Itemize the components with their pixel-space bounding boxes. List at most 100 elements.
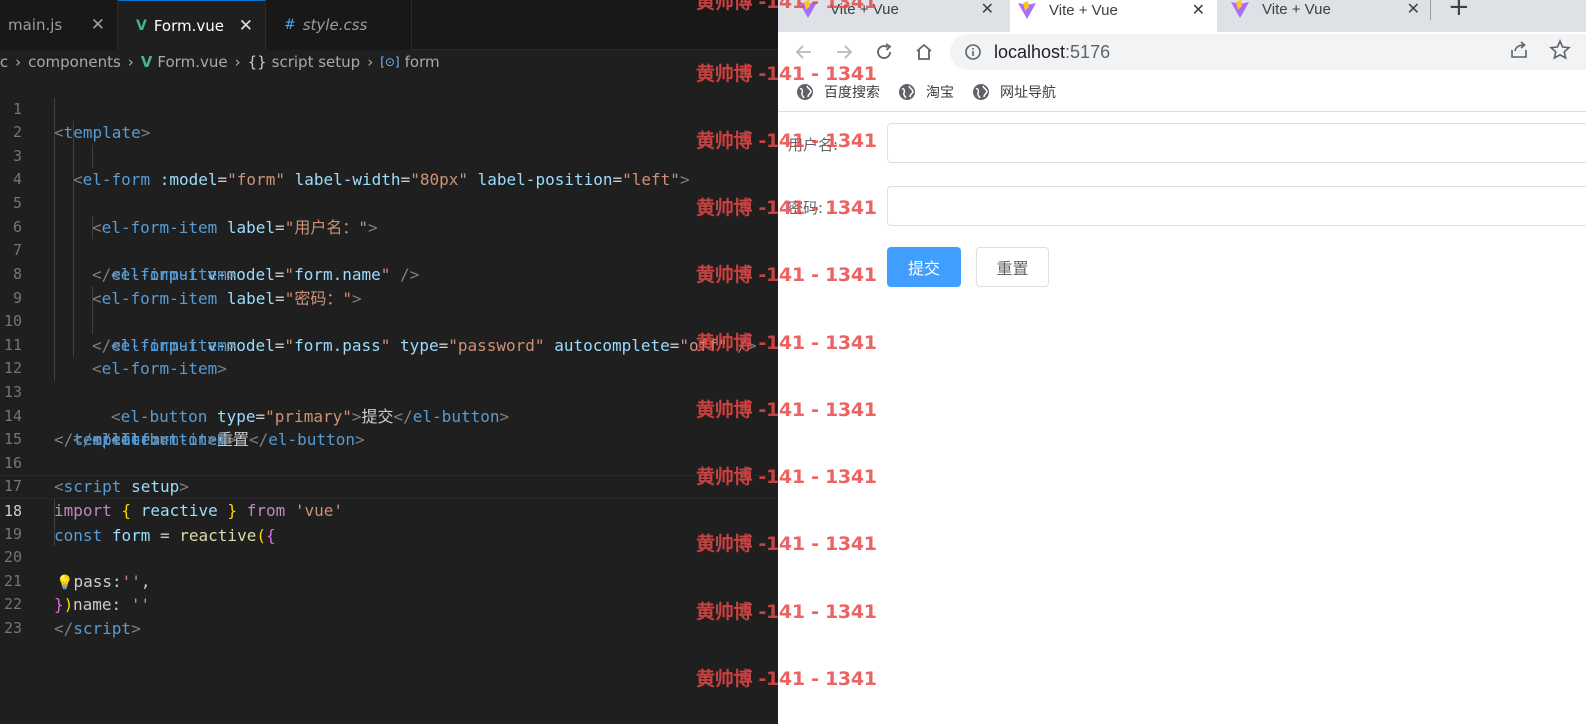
username-input[interactable] [887, 123, 1586, 163]
code-line: 14 </template> [0, 381, 778, 450]
vite-logo-icon [1018, 1, 1036, 19]
indent-guide [54, 498, 55, 523]
tab-label: Form.vue [153, 16, 225, 35]
code-line: 11 <el-button>重置</el-button> [0, 310, 778, 449]
code-line: 15 [0, 405, 778, 448]
globe-icon [797, 83, 813, 100]
browser-tab[interactable]: Vite + Vue ✕ [1230, 0, 1430, 30]
indent-guide [73, 144, 74, 169]
forward-button[interactable] [830, 38, 858, 66]
code-area[interactable]: 1 <template> 2 <el-form :model="form" la… [0, 74, 778, 638]
code-line: 12 </el-form-item> [0, 333, 778, 449]
indent-guide [54, 333, 55, 358]
share-icon[interactable] [1508, 39, 1530, 61]
breadcrumb-section-label: script setup [271, 53, 361, 71]
browser-tab[interactable]: Vite + Vue ✕ [798, 0, 998, 30]
browser-tab-title: Vite + Vue [830, 0, 899, 18]
breadcrumb: rc › components › V Form.vue › {} script… [0, 50, 778, 74]
vite-logo-icon [799, 0, 817, 18]
tab-divider [1430, 0, 1431, 20]
breadcrumb-section[interactable]: {} script setup [248, 53, 361, 71]
indent-guide [54, 192, 55, 216]
indent-guide [54, 239, 55, 263]
code-line: 8 </el-form-item> [0, 239, 778, 355]
code-line: 19 💡pass:'', [0, 498, 778, 591]
code-line: 3 <el-form-item label="用户名："> [0, 121, 778, 237]
reload-icon [877, 43, 892, 59]
breadcrumb-symbol-label: form [404, 53, 440, 71]
code-line: 21 }) [0, 546, 778, 615]
browser-window: Vite + Vue ✕ Vite + Vue ✕ Vite + Vue ✕ + [778, 0, 1586, 724]
breadcrumb-folder[interactable]: components [28, 53, 121, 71]
back-button[interactable] [790, 38, 818, 66]
indent-guide [54, 357, 55, 381]
page-content: 用户名: 密码: 提交 重置 [778, 113, 1586, 724]
breadcrumb-symbol[interactable]: [⊙] form [380, 53, 439, 71]
code-line-current: 18 const form = reactive({ [0, 475, 778, 545]
indent-guide [73, 262, 74, 287]
browser-tab-active[interactable]: Vite + Vue ✕ [1010, 0, 1217, 32]
code-line: 17 import { reactive } from 'vue' [0, 452, 778, 520]
star-icon[interactable] [1548, 38, 1572, 62]
browser-tab-strip: Vite + Vue ✕ Vite + Vue ✕ Vite + Vue ✕ + [778, 0, 1586, 32]
indent-guide [54, 522, 55, 547]
home-button[interactable] [910, 38, 938, 66]
indent-guide [73, 286, 74, 311]
indent-guide [92, 144, 93, 169]
close-icon[interactable]: ✕ [1407, 0, 1420, 19]
bookmark-navigation[interactable]: 网址导航 [972, 82, 1056, 102]
address-bar[interactable]: localhost:5176 [950, 34, 1586, 70]
breadcrumb-root[interactable]: rc [0, 53, 8, 71]
browser-toolbar: localhost:5176 [778, 32, 1586, 72]
tab-form-vue[interactable]: V Form.vue ✕ [118, 0, 266, 50]
code-line: 23 [0, 593, 778, 637]
close-icon[interactable]: ✕ [239, 16, 253, 36]
code-line: 16 <script setup> [0, 428, 778, 497]
close-icon[interactable]: ✕ [981, 0, 994, 19]
tab-label: main.js [8, 16, 63, 34]
code-line: 1 <template> [0, 74, 778, 143]
arrow-right-icon [837, 45, 853, 59]
tag-name: script [73, 619, 132, 639]
bookmark-taobao[interactable]: 淘宝 [898, 82, 954, 102]
bookmark-baidu[interactable]: 百度搜索 [796, 82, 880, 102]
code-line: 6 <el-form-item label="密码："> [0, 192, 778, 308]
chevron-right-icon: › [127, 53, 134, 71]
indent-guide [54, 262, 55, 287]
indent-guide [54, 97, 55, 122]
tab-style-css[interactable]: # style.css [266, 0, 412, 50]
breadcrumb-file[interactable]: V Form.vue [141, 53, 228, 71]
reset-button[interactable]: 重置 [976, 247, 1049, 287]
reload-button[interactable] [870, 38, 898, 66]
url-port: :5176 [1065, 41, 1111, 62]
close-icon[interactable]: ✕ [1192, 0, 1205, 20]
info-icon[interactable] [964, 43, 982, 61]
indent-guide [54, 121, 55, 145]
code-line: 20 name: '' [0, 522, 778, 614]
home-icon [916, 43, 932, 60]
indent-guide [54, 168, 55, 193]
indent-guide [54, 286, 55, 311]
code-line: 10 <el-button type="primary">提交</el-butt… [0, 286, 778, 426]
new-tab-button[interactable]: + [1448, 0, 1470, 22]
vite-logo-icon [1231, 0, 1249, 18]
indent-guide [73, 333, 74, 358]
password-input[interactable] [887, 186, 1586, 226]
tab-main-js[interactable]: main.js ✕ [0, 0, 118, 50]
indent-guide [73, 310, 74, 334]
close-icon[interactable]: ✕ [91, 15, 105, 35]
vue-file-icon: V [140, 53, 153, 71]
indent-guide [73, 192, 74, 216]
url-host: localhost [994, 41, 1066, 62]
browser-tab-title: Vite + Vue [1049, 1, 1118, 19]
editor-tab-bar: main.js ✕ V Form.vue ✕ # style.css [0, 0, 778, 50]
url-text[interactable]: localhost:5176 [994, 42, 1110, 63]
code-editor: main.js ✕ V Form.vue ✕ # style.css rc › … [0, 0, 778, 724]
arrow-left-icon [795, 45, 811, 59]
tab-label: style.css [302, 16, 368, 34]
indent-guide [73, 168, 74, 193]
braces-icon: {} [247, 53, 267, 71]
submit-button[interactable]: 提交 [887, 247, 961, 287]
indent-guide [54, 310, 55, 334]
code-line: 5 </el-form-item> [0, 168, 778, 284]
